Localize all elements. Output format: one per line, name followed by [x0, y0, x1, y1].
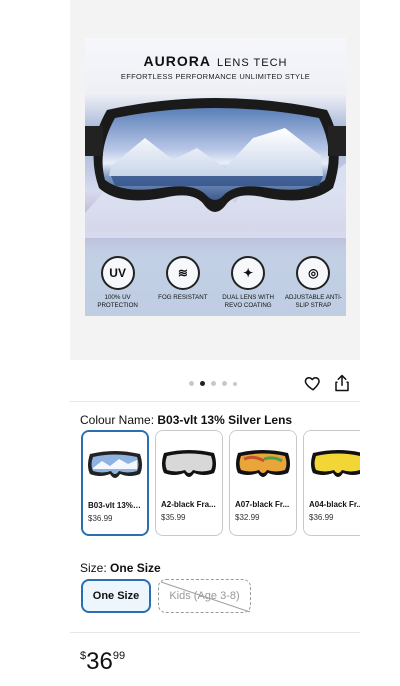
gallery-dot[interactable] [233, 381, 237, 386]
product-hero-image[interactable]: AURORA LENS TECH EFFORTLESS PERFORMANCE U… [85, 38, 346, 316]
unavailable-strike [160, 581, 251, 613]
goggles-thumb [162, 449, 216, 477]
feature-label: 100% UV PROTECTION [97, 294, 138, 309]
goggles-thumb [311, 449, 360, 477]
size-option-kids[interactable]: Kids (Age 3-8) [158, 579, 251, 613]
swatch-price: $36.99 [309, 513, 334, 522]
swatch-name: A07-black Fr... [235, 500, 290, 509]
swatch-thumbnail [83, 432, 147, 497]
divider [70, 401, 360, 402]
product-price: $3699 [80, 648, 125, 676]
price-whole: 36 [86, 648, 113, 675]
colour-swatch[interactable]: A2-black Fra... $35.99 [155, 430, 223, 536]
uv-icon: UV [100, 256, 135, 290]
swatch-name: A04-black Fr... [309, 500, 360, 509]
share-icon[interactable] [334, 374, 350, 392]
swatch-price: $35.99 [161, 513, 186, 522]
feature-list: UV 100% UV PROTECTION ≋ FOG RESISTANT ✦ … [85, 256, 346, 310]
gallery-dot[interactable] [189, 381, 194, 386]
gallery-pagination [189, 381, 237, 386]
colour-name-label: Colour Name: B03-vlt 13% Silver Lens [80, 413, 293, 427]
feature-label: ADJUSTABLE ANTI-SLIP STRAP [284, 294, 342, 309]
goggles-thumb [88, 450, 142, 478]
gallery-dot[interactable] [222, 381, 227, 386]
left-margin [0, 0, 70, 686]
swatch-thumbnail [156, 431, 222, 496]
swatch-price: $36.99 [88, 514, 113, 523]
right-margin [360, 0, 400, 686]
feature-item: UV 100% UV PROTECTION [88, 256, 148, 310]
feature-item: ≋ FOG RESISTANT [153, 256, 213, 302]
colour-swatch[interactable]: A07-black Fr... $32.99 [229, 430, 297, 536]
price-currency: $ [80, 650, 87, 662]
wind-icon: ≋ [165, 256, 200, 290]
swatch-thumbnail [304, 431, 360, 496]
heart-icon[interactable] [304, 374, 322, 392]
gallery-dot[interactable] [211, 381, 216, 386]
swatch-thumbnail [230, 431, 296, 496]
colour-swatch[interactable]: A04-black Fr... $36.99 [303, 430, 360, 536]
price-fraction: 99 [112, 650, 126, 662]
swatch-price: $32.99 [235, 513, 260, 522]
feature-label: FOG RESISTANT [158, 294, 208, 301]
brand-tagline: EFFORTLESS PERFORMANCE UNLIMITED STYLE [120, 72, 311, 81]
goggles-thumb [236, 449, 290, 477]
gallery-dot-active[interactable] [200, 381, 205, 386]
swatch-name: A2-black Fra... [161, 500, 216, 509]
colour-swatch-selected[interactable]: B03-vlt 13% S... $36.99 [81, 430, 149, 536]
feature-label: DUAL LENS WITH REVO COATING [222, 294, 274, 309]
size-value: One Size [110, 561, 161, 575]
product-page: AURORA LENS TECH EFFORTLESS PERFORMANCE U… [0, 0, 400, 686]
feature-item: ✦ DUAL LENS WITH REVO COATING [218, 256, 278, 310]
divider [70, 632, 360, 633]
brand-title: AURORA LENS TECH [143, 53, 288, 69]
size-label: Size: One Size [80, 561, 161, 575]
swatch-name: B03-vlt 13% S... [88, 501, 147, 510]
colour-swatch-list: B03-vlt 13% S... $36.99 A2-black Fra... … [80, 430, 360, 540]
sparkle-icon: ✦ [231, 256, 266, 290]
feature-item: ◎ ADJUSTABLE ANTI-SLIP STRAP [283, 256, 343, 310]
size-option-one-size[interactable]: One Size [81, 579, 151, 613]
colour-name-value: B03-vlt 13% Silver Lens [157, 413, 293, 427]
strap-icon: ◎ [296, 256, 331, 290]
